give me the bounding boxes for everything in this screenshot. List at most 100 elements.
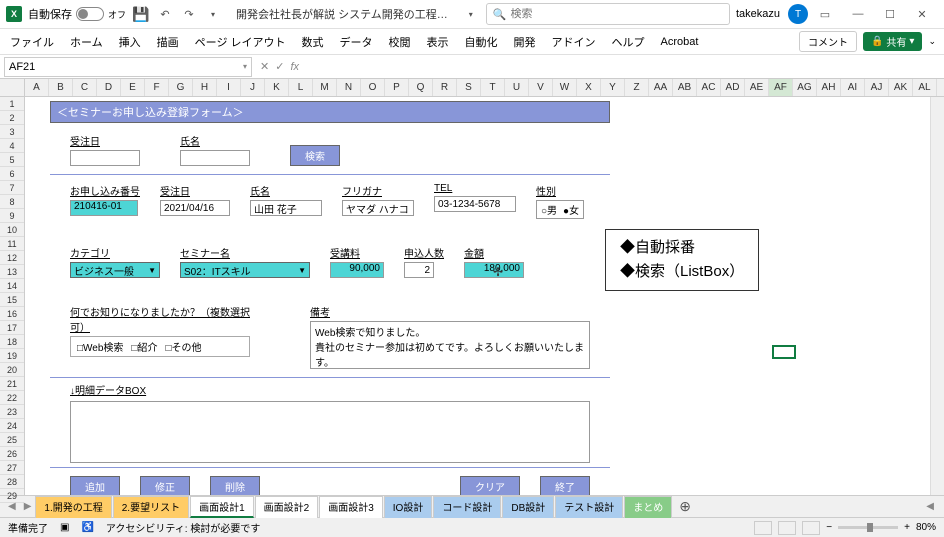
col-header-AH[interactable]: AH — [817, 79, 841, 96]
row-header-7[interactable]: 7 — [0, 181, 24, 195]
row-header-11[interactable]: 11 — [0, 237, 24, 251]
search-button[interactable]: 検索 — [290, 145, 340, 166]
add-button[interactable]: 追加 — [70, 476, 120, 495]
orderdate-input[interactable] — [160, 200, 230, 216]
ribbon-tab-Acrobat[interactable]: Acrobat — [659, 34, 701, 50]
zoom-slider[interactable] — [838, 526, 898, 529]
sheet-tab-画面設計2[interactable]: 画面設計2 — [255, 496, 319, 518]
maximize-button[interactable]: ☐ — [874, 0, 906, 28]
row-header-4[interactable]: 4 — [0, 139, 24, 153]
tel-input[interactable] — [434, 196, 516, 212]
row-header-23[interactable]: 23 — [0, 405, 24, 419]
toggle-pill-icon[interactable] — [76, 7, 104, 21]
col-header-Q[interactable]: Q — [409, 79, 433, 96]
row-header-28[interactable]: 28 — [0, 475, 24, 489]
col-header-P[interactable]: P — [385, 79, 409, 96]
col-header-AJ[interactable]: AJ — [865, 79, 889, 96]
col-header-M[interactable]: M — [313, 79, 337, 96]
sheet-tab-IO設計[interactable]: IO設計 — [384, 496, 433, 518]
new-sheet-button[interactable]: ⊕ — [673, 498, 697, 515]
close-button[interactable]: ✕ — [906, 0, 938, 28]
search-name-input[interactable] — [180, 150, 250, 166]
sheet-area[interactable]: ＜セミナーお申し込み登録フォーム＞ 受注日 氏名 検索 お申し込み番号21041… — [25, 97, 944, 495]
ribbon-tab-数式[interactable]: 数式 — [300, 32, 326, 52]
fee-value[interactable]: 90,000 — [330, 262, 384, 278]
col-header-K[interactable]: K — [265, 79, 289, 96]
delete-button[interactable]: 削除 — [210, 476, 260, 495]
sheet-nav-prev[interactable]: ◀ — [4, 501, 20, 512]
ribbon-tab-ホーム[interactable]: ホーム — [68, 32, 105, 52]
autosave-toggle[interactable]: 自動保存 オフ — [28, 6, 126, 22]
know-option[interactable]: □Web検索 — [77, 339, 123, 354]
col-header-AE[interactable]: AE — [745, 79, 769, 96]
search-input[interactable] — [510, 8, 723, 20]
col-header-F[interactable]: F — [145, 79, 169, 96]
row-header-21[interactable]: 21 — [0, 377, 24, 391]
row-header-24[interactable]: 24 — [0, 419, 24, 433]
sheet-tab-1.開発の工程[interactable]: 1.開発の工程 — [35, 496, 111, 518]
col-header-AK[interactable]: AK — [889, 79, 913, 96]
col-header-AG[interactable]: AG — [793, 79, 817, 96]
ribbon-mode-icon[interactable]: ▭ — [816, 5, 834, 23]
col-header-T[interactable]: T — [481, 79, 505, 96]
col-header-C[interactable]: C — [73, 79, 97, 96]
row-header-8[interactable]: 8 — [0, 195, 24, 209]
col-header-G[interactable]: G — [169, 79, 193, 96]
macro-rec-icon[interactable]: ▣ — [60, 522, 69, 533]
normal-view-button[interactable] — [754, 521, 772, 535]
row-header-26[interactable]: 26 — [0, 447, 24, 461]
share-button[interactable]: 🔒 共有 ▾ — [863, 32, 922, 51]
row-header-10[interactable]: 10 — [0, 223, 24, 237]
col-header-U[interactable]: U — [505, 79, 529, 96]
col-header-AB[interactable]: AB — [673, 79, 697, 96]
row-header-17[interactable]: 17 — [0, 321, 24, 335]
row-header-25[interactable]: 25 — [0, 433, 24, 447]
appno-value[interactable]: 210416-01 — [70, 200, 138, 216]
col-header-R[interactable]: R — [433, 79, 457, 96]
ribbon-tab-データ[interactable]: データ — [338, 32, 375, 52]
kana-input[interactable] — [342, 200, 414, 216]
undo-icon[interactable]: ↶ — [156, 5, 174, 23]
col-header-A[interactable]: A — [25, 79, 49, 96]
row-header-13[interactable]: 13 — [0, 265, 24, 279]
ribbon-tab-アドイン[interactable]: アドイン — [550, 32, 598, 52]
ribbon-tab-ページ レイアウト[interactable]: ページ レイアウト — [193, 32, 288, 52]
col-header-O[interactable]: O — [361, 79, 385, 96]
accept-formula-icon[interactable]: ✓ — [275, 60, 284, 73]
ribbon-tab-ヘルプ[interactable]: ヘルプ — [610, 32, 647, 52]
col-header-AC[interactable]: AC — [697, 79, 721, 96]
col-header-AI[interactable]: AI — [841, 79, 865, 96]
seminar-dropdown[interactable]: S02：ITスキル▼ — [180, 262, 310, 278]
sheet-tab-コード設計[interactable]: コード設計 — [433, 496, 501, 518]
search-box[interactable]: 🔍 — [486, 3, 730, 25]
sheet-tab-まとめ[interactable]: まとめ — [624, 496, 672, 518]
row-header-2[interactable]: 2 — [0, 111, 24, 125]
col-header-I[interactable]: I — [217, 79, 241, 96]
zoom-in-button[interactable]: + — [904, 522, 910, 533]
sheet-tab-2.要望リスト[interactable]: 2.要望リスト — [113, 496, 189, 518]
page-layout-button[interactable] — [778, 521, 796, 535]
vertical-scrollbar[interactable] — [930, 97, 944, 495]
category-dropdown[interactable]: ビジネス一般▼ — [70, 262, 160, 278]
know-option[interactable]: □紹介 — [131, 339, 157, 354]
end-button[interactable]: 終了 — [540, 476, 590, 495]
col-header-J[interactable]: J — [241, 79, 265, 96]
user-avatar[interactable]: T — [788, 4, 808, 24]
fx-icon[interactable]: fx — [290, 61, 299, 73]
minimize-button[interactable]: — — [842, 0, 874, 28]
col-header-X[interactable]: X — [577, 79, 601, 96]
col-header-V[interactable]: V — [529, 79, 553, 96]
row-header-16[interactable]: 16 — [0, 307, 24, 321]
row-header-20[interactable]: 20 — [0, 363, 24, 377]
know-option[interactable]: □その他 — [165, 339, 201, 354]
sheet-tab-画面設計3[interactable]: 画面設計3 — [319, 496, 383, 518]
col-header-AF[interactable]: AF — [769, 79, 793, 96]
ribbon-tab-校閲[interactable]: 校閲 — [387, 32, 413, 52]
row-header-19[interactable]: 19 — [0, 349, 24, 363]
ribbon-tab-表示[interactable]: 表示 — [425, 32, 451, 52]
page-break-button[interactable] — [802, 521, 820, 535]
row-header-22[interactable]: 22 — [0, 391, 24, 405]
clear-button[interactable]: クリア — [460, 476, 520, 495]
col-header-H[interactable]: H — [193, 79, 217, 96]
zoom-level[interactable]: 80% — [916, 522, 936, 533]
